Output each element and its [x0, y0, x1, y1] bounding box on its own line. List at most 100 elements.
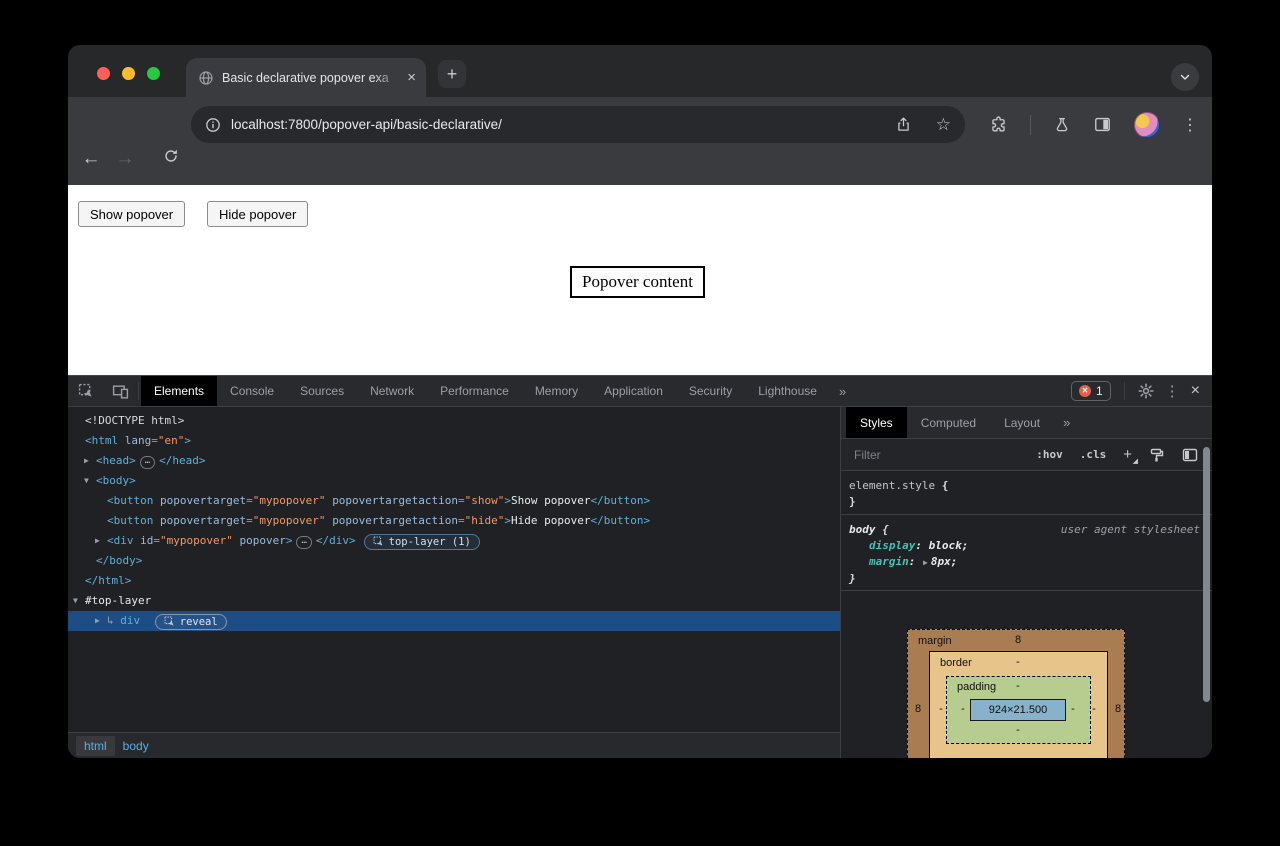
- address-bar[interactable]: localhost:7800/popover-api/basic-declara…: [191, 106, 965, 143]
- devtools-tab-memory[interactable]: Memory: [522, 376, 591, 406]
- dom-tree-node[interactable]: <!DOCTYPE html>: [68, 411, 840, 431]
- settings-gear-icon[interactable]: [1138, 383, 1154, 399]
- dom-tree-node-selected[interactable]: ▶↳ div reveal: [68, 611, 840, 631]
- css-property-display[interactable]: display: block;: [849, 538, 1202, 554]
- user-agent-style-rule[interactable]: body { user agent stylesheet display: bl…: [841, 515, 1212, 591]
- box-model-content[interactable]: 924×21.500: [970, 699, 1066, 721]
- site-info-icon[interactable]: [205, 117, 221, 133]
- devtools-tab-network[interactable]: Network: [357, 376, 427, 406]
- css-property-margin[interactable]: margin: ▶8px;: [849, 554, 1202, 571]
- expand-arrow-open-icon[interactable]: ▼: [84, 471, 89, 491]
- devtools-tab-lighthouse[interactable]: Lighthouse: [745, 376, 830, 406]
- device-toolbar-icon[interactable]: [104, 376, 136, 406]
- dom-tree-node[interactable]: ▼#top-layer: [68, 591, 840, 611]
- hide-popover-button[interactable]: Hide popover: [207, 201, 308, 227]
- border-left-value[interactable]: -: [930, 703, 952, 715]
- experiments-flask-icon[interactable]: [1053, 116, 1071, 134]
- padding-right-value[interactable]: -: [1062, 703, 1084, 715]
- top-layer-badge[interactable]: top-layer (1): [364, 534, 480, 550]
- expand-arrow-closed-icon[interactable]: ▶: [95, 531, 100, 551]
- toggle-class-button[interactable]: .cls: [1080, 448, 1107, 461]
- popover-content: Popover content: [570, 266, 705, 298]
- profile-avatar[interactable]: [1134, 112, 1160, 138]
- devtools-tab-performance[interactable]: Performance: [427, 376, 522, 406]
- devtools-tab-elements[interactable]: Elements: [141, 376, 217, 406]
- more-tabs-icon[interactable]: »: [830, 376, 854, 406]
- browser-tab[interactable]: Basic declarative popover exa ×: [186, 58, 426, 97]
- breadcrumb: htmlbody: [68, 732, 840, 758]
- border-top-value[interactable]: -: [1007, 656, 1029, 668]
- element-style-rule[interactable]: element.style { }: [841, 471, 1212, 515]
- padding-top-value[interactable]: -: [1007, 680, 1029, 692]
- dom-tree-node[interactable]: </html>: [68, 571, 840, 591]
- dom-tree-node[interactable]: <html lang="en">: [68, 431, 840, 451]
- margin-top-value[interactable]: 8: [1007, 634, 1029, 646]
- minimize-window-button[interactable]: [122, 67, 135, 80]
- new-tab-button[interactable]: +: [438, 60, 466, 88]
- margin-left-value[interactable]: 8: [907, 703, 929, 715]
- error-badge[interactable]: ✕ 1: [1071, 381, 1111, 401]
- devtools-close-icon[interactable]: ×: [1191, 382, 1200, 400]
- styles-filter-input[interactable]: [854, 448, 1004, 462]
- breadcrumb-html[interactable]: html: [76, 736, 115, 756]
- side-panel-icon[interactable]: [1093, 115, 1112, 134]
- styles-filter-row: :hov .cls +◢: [841, 439, 1212, 471]
- dom-tree-node[interactable]: ▶<head>…</head>: [68, 451, 840, 471]
- extensions-icon[interactable]: [989, 115, 1008, 134]
- padding-bottom-value[interactable]: -: [1007, 724, 1029, 736]
- inspect-element-icon[interactable]: [68, 376, 104, 406]
- devtools-main: <!DOCTYPE html><html lang="en">▶<head>…<…: [68, 407, 1212, 758]
- sidebar-scrollbar[interactable]: [1203, 447, 1210, 702]
- border-right-value[interactable]: -: [1083, 703, 1105, 715]
- rendering-paint-icon[interactable]: [1149, 447, 1165, 463]
- reveal-badge[interactable]: reveal: [155, 614, 227, 630]
- dom-tree-node[interactable]: <button popovertarget="mypopover" popove…: [68, 491, 840, 511]
- reload-button[interactable]: [163, 148, 180, 171]
- tab-close-icon[interactable]: ×: [407, 70, 416, 85]
- box-model-diagram[interactable]: margin border padding 924×21.500 8 -: [841, 623, 1212, 758]
- new-style-rule-button[interactable]: +◢: [1123, 446, 1132, 463]
- expand-arrow-closed-icon[interactable]: ▶: [84, 451, 89, 471]
- sidebar-tab-computed[interactable]: Computed: [907, 407, 990, 438]
- devtools-tab-security[interactable]: Security: [676, 376, 745, 406]
- devtools-right-divider: [1124, 382, 1125, 400]
- desktop-background: Basic declarative popover exa × + ← →: [0, 0, 1280, 846]
- tab-strip: Basic declarative popover exa × +: [68, 45, 1212, 97]
- globe-favicon-icon: [198, 70, 214, 86]
- devtools-tab-application[interactable]: Application: [591, 376, 676, 406]
- dom-tree-node[interactable]: <button popovertarget="mypopover" popove…: [68, 511, 840, 531]
- expand-arrow-open-icon[interactable]: ▼: [73, 591, 78, 611]
- devtools-menu-icon[interactable]: ⋮: [1165, 382, 1180, 400]
- browser-menu-icon[interactable]: ⋮: [1182, 115, 1198, 135]
- collapsed-children-icon[interactable]: …: [296, 536, 311, 549]
- close-window-button[interactable]: [97, 67, 110, 80]
- sidebar-tab-layout[interactable]: Layout: [990, 407, 1054, 438]
- padding-left-value[interactable]: -: [952, 703, 974, 715]
- url-text[interactable]: localhost:7800/popover-api/basic-declara…: [231, 117, 895, 132]
- forward-button[interactable]: →: [116, 148, 135, 170]
- tab-search-button[interactable]: [1171, 63, 1199, 91]
- expand-arrow-closed-icon[interactable]: ▶: [95, 611, 100, 631]
- margin-right-value[interactable]: 8: [1107, 703, 1129, 715]
- show-popover-button[interactable]: Show popover: [78, 201, 185, 227]
- dom-tree-node[interactable]: </body>: [68, 551, 840, 571]
- sidebar-toggle-icon[interactable]: [1182, 447, 1198, 463]
- sidebar-tab-styles[interactable]: Styles: [846, 407, 907, 438]
- toolbar-divider: [1030, 115, 1031, 135]
- dom-tree-node[interactable]: ▶<div id="mypopover" popover>…</div>top-…: [68, 531, 840, 551]
- collapsed-children-icon[interactable]: …: [140, 456, 155, 469]
- breadcrumb-body[interactable]: body: [115, 736, 157, 756]
- page-viewport: Show popover Hide popover Popover conten…: [68, 185, 1212, 375]
- expand-shorthand-icon[interactable]: ▶: [922, 558, 931, 567]
- sidebar-more-tabs-icon[interactable]: »: [1054, 407, 1078, 438]
- share-icon[interactable]: [895, 116, 912, 133]
- back-button[interactable]: ←: [82, 148, 101, 170]
- dom-tree-node[interactable]: ▼<body>: [68, 471, 840, 491]
- bookmark-star-icon[interactable]: ☆: [936, 116, 951, 133]
- toggle-hover-state-button[interactable]: :hov: [1036, 448, 1063, 461]
- devtools-tab-console[interactable]: Console: [217, 376, 287, 406]
- devtools-toolbar: ElementsConsoleSourcesNetworkPerformance…: [68, 376, 1212, 407]
- zoom-window-button[interactable]: [147, 67, 160, 80]
- sidebar-tab-bar: StylesComputedLayout»: [841, 407, 1212, 439]
- devtools-tab-sources[interactable]: Sources: [287, 376, 357, 406]
